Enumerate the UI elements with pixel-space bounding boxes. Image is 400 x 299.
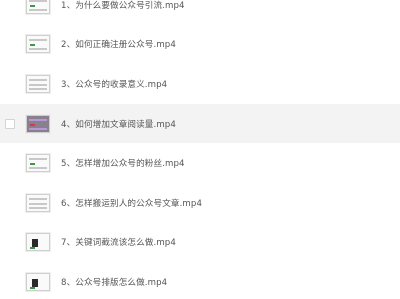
file-name: 7、关键词截流该怎么做.mp4 bbox=[61, 238, 176, 249]
video-thumbnail bbox=[26, 154, 50, 173]
file-name: 4、如何增加文章阅读量.mp4 bbox=[61, 119, 176, 130]
video-thumbnail bbox=[26, 233, 50, 252]
video-thumbnail bbox=[26, 272, 50, 291]
file-row[interactable]: 4、如何增加文章阅读量.mp4 bbox=[0, 103, 400, 144]
file-name: 3、公众号的收录意义.mp4 bbox=[61, 79, 168, 90]
file-row[interactable]: 3、公众号的收录意义.mp4 bbox=[0, 64, 400, 104]
file-row[interactable]: 8、公众号排版怎么做.mp4 bbox=[0, 262, 400, 299]
file-name: 6、怎样搬运别人的公众号文章.mp4 bbox=[61, 198, 203, 209]
video-thumbnail bbox=[26, 0, 50, 14]
file-row[interactable]: 1、为什么要做公众号引流.mp4 bbox=[0, 0, 400, 25]
file-list: 1、为什么要做公众号引流.mp4 2、如何正确注册公众号.mp4 3、公众号的收… bbox=[0, 0, 400, 299]
file-row[interactable]: 6、怎样搬运别人的公众号文章.mp4 bbox=[0, 183, 400, 223]
file-name: 1、为什么要做公众号引流.mp4 bbox=[61, 0, 185, 11]
video-thumbnail bbox=[26, 35, 50, 54]
video-thumbnail bbox=[26, 193, 50, 212]
file-name: 5、怎样增加公众号的粉丝.mp4 bbox=[61, 159, 185, 170]
video-thumbnail bbox=[26, 74, 50, 93]
file-name: 8、公众号排版怎么做.mp4 bbox=[61, 277, 168, 288]
file-row[interactable]: 7、关键词截流该怎么做.mp4 bbox=[0, 223, 400, 263]
file-row[interactable]: 5、怎样增加公众号的粉丝.mp4 bbox=[0, 143, 400, 183]
video-thumbnail bbox=[26, 114, 50, 133]
file-name: 2、如何正确注册公众号.mp4 bbox=[61, 40, 176, 51]
file-row[interactable]: 2、如何正确注册公众号.mp4 bbox=[0, 25, 400, 65]
row-checkbox[interactable] bbox=[5, 118, 15, 129]
